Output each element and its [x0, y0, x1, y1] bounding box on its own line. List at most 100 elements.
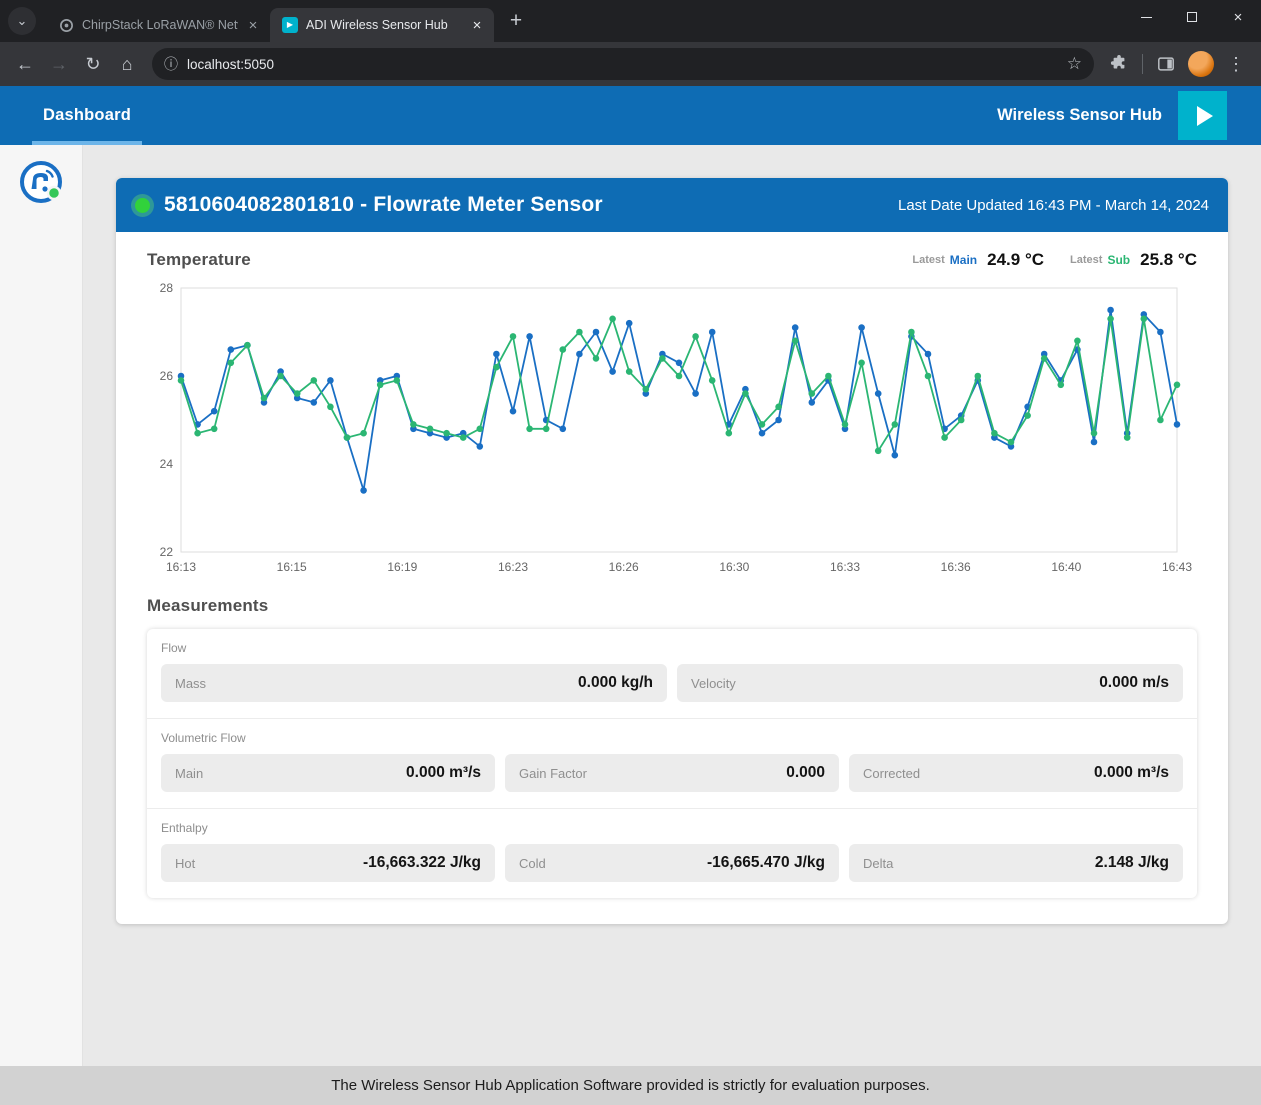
minimize-button[interactable] [1123, 0, 1169, 34]
series-sub-point [576, 329, 583, 336]
series-sub-point [825, 373, 832, 380]
series-main-point [211, 408, 218, 415]
series-sub-point [991, 430, 998, 437]
field-label: Hot [175, 856, 195, 871]
latest-main-name: Main [950, 253, 977, 267]
series-main-point [676, 360, 683, 367]
field-value: 0.000 m³/s [406, 764, 481, 782]
tab-chirpstack[interactable]: ChirpStack LoRaWAN® Networ × [46, 8, 270, 42]
flow-sensor-logo-icon[interactable] [17, 158, 65, 211]
series-sub-point [1107, 316, 1114, 323]
series-sub-point [1008, 439, 1015, 446]
field-corrected: Corrected 0.000 m³/s [849, 754, 1183, 792]
reload-button[interactable]: ↻ [76, 47, 110, 81]
url-text[interactable]: localhost:5050 [187, 57, 1067, 72]
tab-close-icon[interactable]: × [244, 16, 262, 34]
address-bar[interactable]: ⓘ localhost:5050 ☆ [152, 48, 1094, 80]
y-tick-label: 24 [160, 457, 174, 471]
series-sub-point [360, 430, 367, 437]
series-sub-point [925, 373, 932, 380]
nav-dashboard-label: Dashboard [43, 106, 131, 125]
series-sub-point [1174, 382, 1181, 389]
series-main-point [493, 351, 500, 358]
series-main-point [775, 417, 782, 424]
new-tab-button[interactable]: + [502, 7, 530, 35]
field-value: -16,665.470 J/kg [707, 854, 825, 872]
series-sub-point [477, 426, 484, 433]
field-delta: Delta 2.148 J/kg [849, 844, 1183, 882]
navbar-right: Wireless Sensor Hub [997, 91, 1261, 140]
series-sub-point [460, 434, 467, 441]
x-tick-label: 16:33 [830, 560, 860, 574]
latest-sub-name: Sub [1107, 253, 1130, 267]
series-sub-point [809, 390, 816, 397]
side-panel-icon[interactable] [1149, 47, 1183, 81]
series-main-point [327, 377, 334, 384]
x-tick-label: 16:30 [719, 560, 749, 574]
latest-sub-value: 25.8 °C [1140, 250, 1197, 270]
toolbar-divider [1142, 54, 1143, 74]
tab-close-icon[interactable]: × [468, 16, 486, 34]
back-button[interactable]: ← [8, 47, 42, 81]
temperature-chart: 2826242216:1316:1516:1916:2316:2616:3016… [147, 278, 1197, 580]
x-tick-label: 16:15 [277, 560, 307, 574]
series-sub-point [792, 338, 799, 345]
series-main-point [1091, 439, 1098, 446]
tab-search-button[interactable]: ⌄ [8, 7, 36, 35]
series-main-point [709, 329, 716, 336]
series-sub-point [294, 390, 301, 397]
series-sub-point [244, 342, 251, 349]
measurement-group-enthalpy: Enthalpy Hot -16,663.322 J/kg Cold -16,6… [147, 808, 1197, 898]
series-sub-point [742, 390, 749, 397]
extensions-icon[interactable] [1102, 47, 1136, 81]
bookmark-star-icon[interactable]: ☆ [1067, 54, 1082, 74]
field-velocity: Velocity 0.000 m/s [677, 664, 1183, 702]
home-button[interactable]: ⌂ [110, 47, 144, 81]
field-label: Velocity [691, 676, 736, 691]
field-label: Corrected [863, 766, 920, 781]
app-body: 5810604082801810 - Flowrate Meter Sensor… [0, 145, 1261, 1066]
temperature-legend: Latest Main 24.9 °C Latest Sub 25.8 °C [912, 250, 1197, 270]
nav-dashboard[interactable]: Dashboard [43, 86, 131, 145]
field-gain-factor: Gain Factor 0.000 [505, 754, 839, 792]
y-tick-label: 22 [160, 545, 174, 559]
series-sub-point [643, 386, 650, 393]
series-sub-point [908, 329, 915, 336]
series-sub-point [560, 346, 567, 353]
adi-logo-button[interactable] [1178, 91, 1227, 140]
series-sub-point [775, 404, 782, 411]
series-main-point [510, 408, 517, 415]
series-sub-point [958, 417, 965, 424]
field-label: Gain Factor [519, 766, 587, 781]
tab-adi-hub[interactable]: ▶ ADI Wireless Sensor Hub × [270, 8, 494, 42]
series-sub-point [1091, 430, 1098, 437]
maximize-button[interactable] [1169, 0, 1215, 34]
profile-avatar[interactable] [1188, 51, 1214, 77]
sensor-title: 5810604082801810 - Flowrate Meter Sensor [164, 193, 603, 217]
window-controls: × [1123, 0, 1261, 34]
series-sub-point [726, 430, 733, 437]
field-value: -16,663.322 J/kg [363, 854, 481, 872]
series-main-point [925, 351, 932, 358]
series-sub-point [493, 364, 500, 371]
field-value: 0.000 m/s [1099, 674, 1169, 692]
x-tick-label: 16:36 [941, 560, 971, 574]
close-window-button[interactable]: × [1215, 0, 1261, 34]
field-mass: Mass 0.000 kg/h [161, 664, 667, 702]
app-title: Wireless Sensor Hub [997, 106, 1162, 125]
browser-menu-icon[interactable]: ⋮ [1219, 47, 1253, 81]
adi-favicon-icon: ▶ [282, 17, 298, 33]
series-sub-point [277, 373, 284, 380]
site-info-icon[interactable]: ⓘ [164, 54, 178, 74]
series-sub-point [676, 373, 683, 380]
latest-main-value: 24.9 °C [987, 250, 1044, 270]
series-sub-point [410, 421, 417, 428]
series-sub-point [892, 421, 899, 428]
series-sub-point [228, 360, 235, 367]
forward-button[interactable]: → [42, 47, 76, 81]
measurement-group-volumetric-flow: Volumetric Flow Main 0.000 m³/s Gain Fac… [147, 718, 1197, 808]
series-sub-point [327, 404, 334, 411]
series-main-point [477, 443, 484, 450]
series-sub-point [1074, 338, 1081, 345]
x-tick-label: 16:19 [387, 560, 417, 574]
